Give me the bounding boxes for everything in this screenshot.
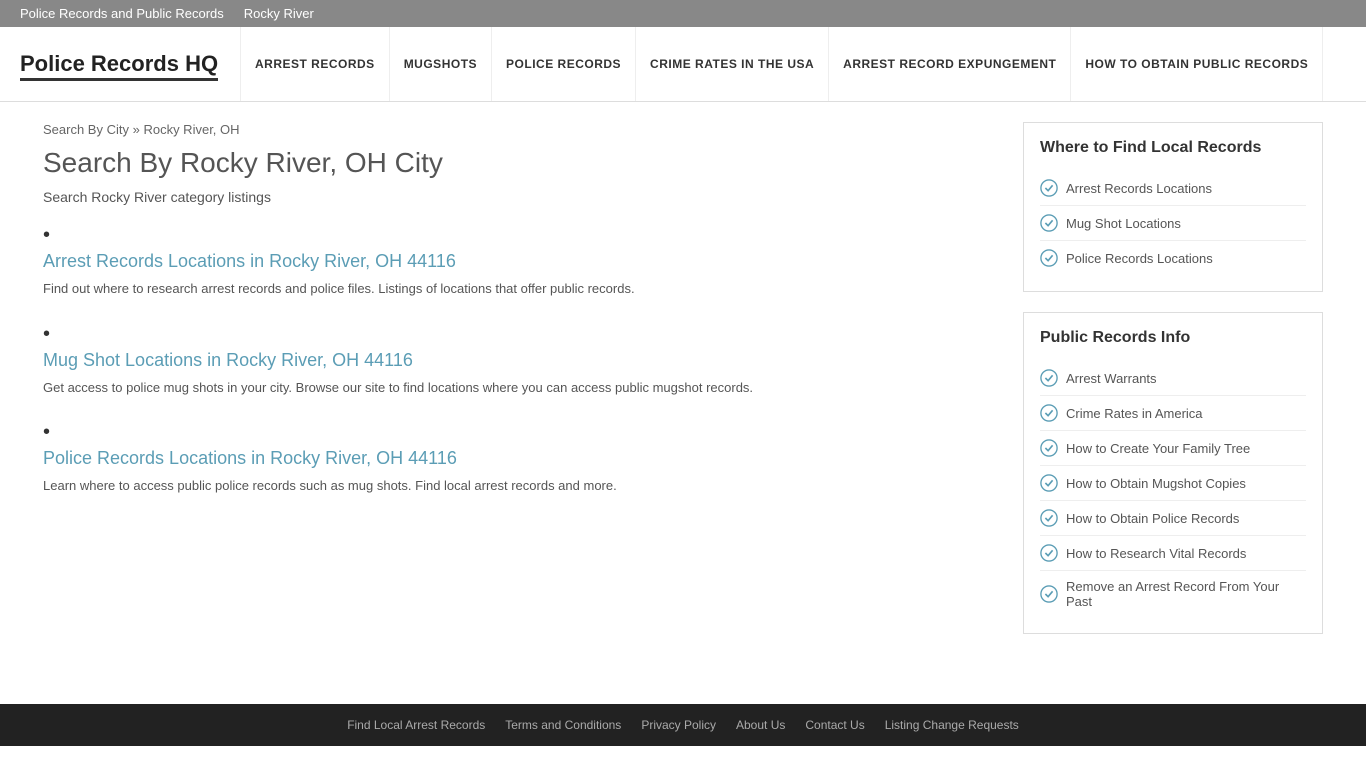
breadcrumb-separator: »	[133, 122, 144, 137]
breadcrumb: Search By City » Rocky River, OH	[43, 122, 993, 137]
nav-expungement[interactable]: ARREST RECORD EXPUNGEMENT	[829, 27, 1071, 101]
sidebar: Where to Find Local Records Arrest Recor…	[1023, 122, 1323, 654]
sidebar-pub-link-0[interactable]: Arrest Warrants	[1066, 371, 1157, 386]
check-icon	[1040, 439, 1058, 457]
sidebar-local-records: Where to Find Local Records Arrest Recor…	[1023, 122, 1323, 292]
nav-obtain-records[interactable]: HOW TO OBTAIN PUBLIC RECORDS	[1071, 27, 1323, 101]
check-icon	[1040, 369, 1058, 387]
sidebar-pub-link-1[interactable]: Crime Rates in America	[1066, 406, 1203, 421]
check-icon	[1040, 544, 1058, 562]
sidebar-local-item-0: Arrest Records Locations	[1040, 171, 1306, 206]
topbar-link-0[interactable]: Police Records and Public Records	[20, 6, 224, 21]
check-icon	[1040, 474, 1058, 492]
breadcrumb-current: Rocky River, OH	[143, 122, 239, 137]
sidebar-pub-item-2: How to Create Your Family Tree	[1040, 431, 1306, 466]
main-nav: ARREST RECORDS MUGSHOTS POLICE RECORDS C…	[240, 27, 1346, 101]
check-icon	[1040, 404, 1058, 422]
sidebar-pub-link-2[interactable]: How to Create Your Family Tree	[1066, 441, 1250, 456]
footer-link-2[interactable]: Privacy Policy	[641, 718, 716, 732]
listing-link-2[interactable]: Police Records Locations in Rocky River,…	[43, 448, 457, 468]
nav-police-records[interactable]: POLICE RECORDS	[492, 27, 636, 101]
footer-link-0[interactable]: Find Local Arrest Records	[347, 718, 485, 732]
listing-desc-2: Learn where to access public police reco…	[43, 476, 993, 496]
breadcrumb-parent[interactable]: Search By City	[43, 122, 129, 137]
page-title: Search By Rocky River, OH City	[43, 147, 993, 179]
main-wrapper: Search By City » Rocky River, OH Search …	[23, 102, 1343, 674]
listing-bullet-1: •	[43, 324, 993, 344]
nav-arrest-records[interactable]: ARREST RECORDS	[240, 27, 390, 101]
check-icon	[1040, 249, 1058, 267]
top-bar: Police Records and Public Records Rocky …	[0, 0, 1366, 27]
sidebar-local-list: Arrest Records Locations Mug Shot Locati…	[1040, 171, 1306, 275]
listing-link-0[interactable]: Arrest Records Locations in Rocky River,…	[43, 251, 456, 271]
nav-mugshots[interactable]: MUGSHOTS	[390, 27, 492, 101]
sidebar-pub-link-6[interactable]: Remove an Arrest Record From Your Past	[1066, 579, 1306, 609]
sidebar-pub-item-6: Remove an Arrest Record From Your Past	[1040, 571, 1306, 617]
listing-item-0: • Arrest Records Locations in Rocky Rive…	[43, 225, 993, 299]
sidebar-pub-item-5: How to Research Vital Records	[1040, 536, 1306, 571]
sidebar-pub-item-1: Crime Rates in America	[1040, 396, 1306, 431]
listing-desc-1: Get access to police mug shots in your c…	[43, 378, 993, 398]
nav-crime-rates[interactable]: CRIME RATES IN THE USA	[636, 27, 829, 101]
content-area: Search By City » Rocky River, OH Search …	[43, 122, 993, 654]
header: Police Records HQ ARREST RECORDS MUGSHOT…	[0, 27, 1366, 102]
check-icon	[1040, 509, 1058, 527]
listing-link-1[interactable]: Mug Shot Locations in Rocky River, OH 44…	[43, 350, 413, 370]
sidebar-public-records: Public Records Info Arrest Warrants Crim…	[1023, 312, 1323, 634]
sidebar-pub-item-0: Arrest Warrants	[1040, 361, 1306, 396]
check-icon	[1040, 179, 1058, 197]
footer-link-3[interactable]: About Us	[736, 718, 785, 732]
sidebar-local-link-2[interactable]: Police Records Locations	[1066, 251, 1213, 266]
sidebar-local-link-1[interactable]: Mug Shot Locations	[1066, 216, 1181, 231]
page-subtitle: Search Rocky River category listings	[43, 189, 993, 205]
listing-title-1: Mug Shot Locations in Rocky River, OH 44…	[43, 348, 993, 372]
listing-title-2: Police Records Locations in Rocky River,…	[43, 446, 993, 470]
listing-bullet-0: •	[43, 225, 993, 245]
check-icon	[1040, 585, 1058, 603]
sidebar-local-link-0[interactable]: Arrest Records Locations	[1066, 181, 1212, 196]
logo[interactable]: Police Records HQ	[20, 31, 240, 97]
listing-title-0: Arrest Records Locations in Rocky River,…	[43, 249, 993, 273]
topbar-link-1[interactable]: Rocky River	[244, 6, 314, 21]
sidebar-pub-item-4: How to Obtain Police Records	[1040, 501, 1306, 536]
sidebar-pub-link-3[interactable]: How to Obtain Mugshot Copies	[1066, 476, 1246, 491]
footer-link-5[interactable]: Listing Change Requests	[885, 718, 1019, 732]
sidebar-public-list: Arrest Warrants Crime Rates in America H…	[1040, 361, 1306, 617]
footer-link-4[interactable]: Contact Us	[805, 718, 864, 732]
sidebar-local-item-2: Police Records Locations	[1040, 241, 1306, 275]
sidebar-pub-link-4[interactable]: How to Obtain Police Records	[1066, 511, 1239, 526]
footer: Find Local Arrest Records Terms and Cond…	[0, 704, 1366, 746]
listing-item-2: • Police Records Locations in Rocky Rive…	[43, 422, 993, 496]
sidebar-pub-link-5[interactable]: How to Research Vital Records	[1066, 546, 1246, 561]
listing-bullet-2: •	[43, 422, 993, 442]
sidebar-public-title: Public Records Info	[1040, 329, 1306, 347]
sidebar-local-title: Where to Find Local Records	[1040, 139, 1306, 157]
listing-item-1: • Mug Shot Locations in Rocky River, OH …	[43, 324, 993, 398]
sidebar-pub-item-3: How to Obtain Mugshot Copies	[1040, 466, 1306, 501]
footer-link-1[interactable]: Terms and Conditions	[505, 718, 621, 732]
sidebar-local-item-1: Mug Shot Locations	[1040, 206, 1306, 241]
listing-desc-0: Find out where to research arrest record…	[43, 279, 993, 299]
check-icon	[1040, 214, 1058, 232]
